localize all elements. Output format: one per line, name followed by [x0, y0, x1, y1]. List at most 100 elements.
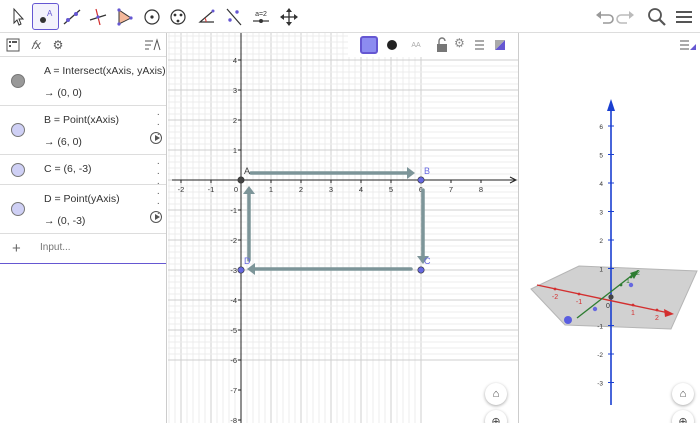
x-tick-3d: [553, 287, 557, 291]
algebra-definition[interactable]: D = Point(yAxis): [44, 193, 120, 205]
play-icon[interactable]: [150, 132, 162, 144]
search-icon: [647, 7, 666, 26]
home-button-3d[interactable]: ⌂: [672, 383, 694, 405]
visibility-toggle[interactable]: [11, 202, 25, 216]
polygon-icon: [116, 7, 133, 26]
algebra-definition[interactable]: A = Intersect(xAxis, yAxis): [44, 65, 166, 77]
algebra-value: → (0, -3): [44, 215, 86, 227]
y-tick-label: -8: [230, 416, 237, 423]
algebra-item-b[interactable]: B = Point(xAxis) → (6, 0) · · ·: [0, 106, 166, 155]
point-style-icon[interactable]: [384, 37, 400, 53]
perpendicular-line-icon: [89, 8, 106, 25]
tool-polygon[interactable]: [110, 3, 137, 30]
x-tick-label: 0: [234, 185, 238, 194]
slider-icon: a=2: [252, 11, 269, 23]
algebra-item-c[interactable]: C = (6, -3) · · ·: [0, 155, 166, 189]
x-tick-3d: [577, 292, 581, 296]
tool-ellipse[interactable]: [164, 3, 191, 30]
tool-move[interactable]: [4, 3, 31, 30]
origin-point: [608, 294, 614, 300]
x-tick-label: 5: [389, 185, 393, 194]
x-tick-label: 4: [359, 185, 363, 194]
point-a: A: [237, 166, 250, 184]
graphics3d-menu-icon[interactable]: [679, 37, 697, 53]
graphics-style-bar: AA ⚙: [348, 33, 518, 57]
algebra-definition[interactable]: B = Point(xAxis): [44, 114, 119, 126]
home-button[interactable]: ⌂: [485, 383, 507, 405]
visibility-toggle[interactable]: [11, 74, 25, 88]
plus-icon[interactable]: +: [12, 240, 21, 257]
point-d: D: [237, 256, 251, 274]
graphics-3d-view[interactable]: 6 5 4 3 2 1 -1 -2 -3 -2 -1 1 2 1 2 0 ⌂ ⊕: [519, 33, 700, 423]
y-tick-label: 4: [233, 56, 237, 65]
visibility-toggle[interactable]: [11, 123, 25, 137]
y-tick-label: 1: [233, 146, 237, 155]
svg-text:a=2: a=2: [255, 11, 267, 18]
toggle-panel-icon[interactable]: [492, 37, 508, 53]
menu-icon: [675, 10, 692, 23]
play-icon[interactable]: [150, 211, 162, 223]
angle-icon: [197, 9, 214, 23]
home-icon: ⌂: [679, 388, 687, 400]
move-graphics-view-icon: [279, 7, 298, 26]
gear-icon[interactable]: ⚙: [454, 36, 470, 52]
visibility-toggle[interactable]: [11, 163, 25, 177]
z-tick-label: 5: [599, 153, 603, 160]
coordinate-plane[interactable]: -2 -1 0 1 2 3 4 5 6 7 84321-1-2-3-4-5-6-7-8A BCD: [168, 33, 518, 423]
tool-slider[interactable]: a=2: [247, 3, 274, 30]
point-label: A: [244, 166, 250, 176]
algebra-input-row[interactable]: +: [0, 234, 166, 264]
tool-point[interactable]: A: [32, 3, 59, 30]
algebra-header: 𝑓x ⚙: [0, 33, 166, 57]
algebra-item-d[interactable]: D = Point(yAxis) → (0, -3) · · ·: [0, 185, 166, 234]
y-tick-label: -6: [230, 356, 237, 365]
y-tick-label: -4: [230, 296, 237, 305]
z-tick-label: -3: [597, 381, 603, 388]
zoom-in-icon: ⊕: [678, 415, 688, 423]
tool-angle[interactable]: [192, 3, 219, 30]
x-tick-label: 2: [299, 185, 303, 194]
search-button[interactable]: [643, 3, 670, 30]
x-tick-label: 7: [449, 185, 453, 194]
fx-icon[interactable]: 𝑓x: [28, 37, 44, 53]
algebra-view-icon[interactable]: [5, 37, 21, 53]
algebra-value: → (6, 0): [44, 136, 82, 148]
algebra-input[interactable]: [40, 242, 160, 253]
x-tick-3d: [631, 303, 635, 307]
point-icon: A: [39, 9, 53, 23]
z-tick-label: 4: [599, 181, 603, 188]
tool-reflect[interactable]: [220, 3, 247, 30]
tool-line[interactable]: [58, 3, 85, 30]
redo-button[interactable]: [612, 3, 639, 30]
grid: [168, 33, 518, 423]
graphics-view[interactable]: -2 -1 0 1 2 3 4 5 6 7 8 4 3 2 1 -1 -2 -3 -4 -5 -6 -7 -8 A B C D AA…: [168, 33, 518, 423]
color-swatch-icon[interactable]: [360, 36, 378, 54]
algebra-definition[interactable]: C = (6, -3): [44, 163, 92, 175]
x-tick-label-3d: -1: [576, 299, 582, 306]
origin-label: 0: [606, 303, 610, 310]
gear-icon[interactable]: ⚙: [50, 37, 66, 53]
x-tick-label-3d: -2: [552, 294, 558, 301]
tool-circle[interactable]: [138, 3, 165, 30]
point-3d: [628, 282, 634, 288]
label-style-icon[interactable]: AA: [406, 37, 426, 53]
z-tick-label: 1: [599, 267, 603, 274]
sort-icon[interactable]: [143, 37, 163, 53]
3d-scene[interactable]: 654321-1-2-3-2-112120: [519, 33, 700, 423]
lock-icon[interactable]: [434, 37, 450, 53]
z-tick-label: 3: [599, 210, 603, 217]
point-label: C: [424, 256, 431, 266]
tool-perpendicular[interactable]: [84, 3, 111, 30]
graphics-menu-icon[interactable]: [474, 37, 490, 53]
y-tick-label-3d: 2: [636, 270, 640, 277]
redo-icon: [615, 10, 634, 24]
y-tick-label: 2: [233, 116, 237, 125]
algebra-item-a[interactable]: A = Intersect(xAxis, yAxis) → (0, 0): [0, 57, 166, 106]
tool-move-view[interactable]: [275, 3, 302, 30]
y-tick-label: -1: [230, 206, 237, 215]
point-marker: [237, 266, 245, 274]
main-menu-button[interactable]: [670, 3, 697, 30]
y-tick-label: -7: [230, 386, 237, 395]
point-3d: [564, 316, 572, 324]
y-tick-3d: [629, 275, 633, 279]
